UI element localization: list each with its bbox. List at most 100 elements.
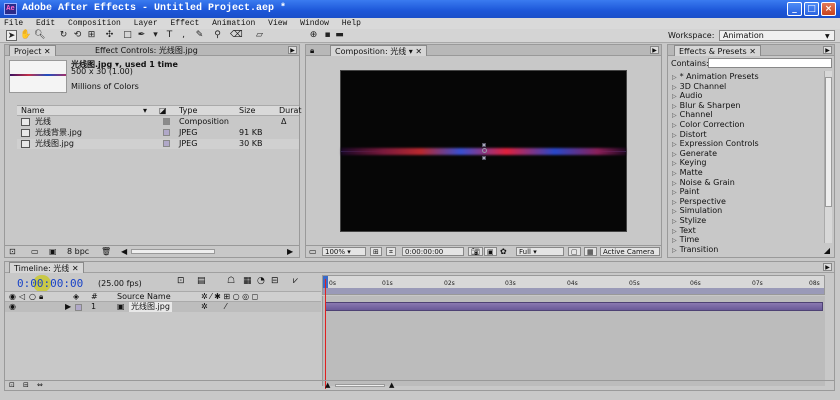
eraser-options-icon[interactable]: ▱ [254, 30, 265, 41]
panel-menu-icon[interactable]: ▶ [650, 46, 659, 54]
tab-effect-controls[interactable]: Effect Controls: 光线图.jpg [91, 45, 202, 56]
close-tab-icon[interactable]: ✕ [749, 47, 756, 56]
menu-effect[interactable]: Effect [166, 18, 203, 29]
effect-category-item[interactable]: ▷ Audio [672, 91, 702, 101]
effect-category-item[interactable]: ▷ Text [672, 226, 696, 236]
resolution-select[interactable]: Full ▾ [516, 247, 564, 256]
menu-window[interactable]: Window [296, 18, 333, 29]
eraser-tool-icon[interactable]: ⌫ [230, 30, 243, 41]
expand-triangle-icon[interactable]: ▷ [672, 237, 677, 244]
effect-category-item[interactable]: ▷ Keying [672, 158, 707, 168]
effect-category-item[interactable]: ▷ Noise & Grain [672, 178, 735, 188]
project-row-selected[interactable]: 光线图.jpg JPEG 30 KB [17, 139, 299, 149]
expand-triangle-icon[interactable]: ▷ [672, 208, 677, 215]
view-axis-icon[interactable]: ▬ [334, 30, 345, 41]
expand-triangle-icon[interactable]: ▷ [672, 103, 677, 110]
brainstorm-icon[interactable]: ⊟ [271, 276, 279, 286]
source-name-column[interactable]: Source Name [117, 292, 171, 302]
effect-category-item[interactable]: ▷ Blur & Sharpen [672, 101, 740, 111]
effect-category-item[interactable]: ▷ Color Correction [672, 120, 744, 130]
timeline-current-time[interactable]: 0:00:00:00 [17, 275, 83, 292]
time-ruler[interactable]: 0s 01s 02s 03s 04s 05s 06s 07s 08s [322, 275, 825, 295]
composition-viewer[interactable] [340, 70, 627, 232]
expand-triangle-icon[interactable]: ▷ [672, 170, 677, 177]
snapshot-icon[interactable]: 📷︎ [468, 247, 483, 256]
zoom-out-icon[interactable]: ▲ [325, 381, 330, 389]
layer-row[interactable]: ◉ ▶ 1 ▣ 光线图.jpg ✲ ⁄ [5, 302, 321, 312]
layer-handle[interactable] [482, 143, 486, 147]
safe-zones-icon[interactable]: ⊞ [370, 247, 382, 256]
effect-category-item[interactable]: ▷ Simulation [672, 206, 722, 216]
scroll-right-icon[interactable]: ▶ [287, 246, 293, 257]
sort-chevron-icon[interactable]: ▾ [143, 106, 147, 116]
label-color-swatch[interactable] [163, 129, 170, 136]
color-channels-icon[interactable]: ✿ [500, 246, 507, 257]
new-composition-icon[interactable]: ▣ [49, 246, 57, 257]
graph-editor-icon[interactable]: ⩗ [293, 276, 298, 286]
tab-timeline[interactable]: Timeline: 光线 ✕ [9, 262, 84, 273]
always-preview-icon[interactable]: ▭ [309, 246, 317, 257]
menu-animation[interactable]: Animation [208, 18, 259, 29]
text-options-icon[interactable]: , [178, 30, 189, 41]
expand-triangle-icon[interactable]: ▷ [672, 74, 677, 81]
frame-blending-icon[interactable]: ▦ [243, 276, 252, 286]
text-tool-icon[interactable]: T [164, 30, 175, 41]
close-tab-icon[interactable]: ✕ [415, 47, 422, 56]
rectangle-mask-tool-icon[interactable]: □ [122, 30, 133, 41]
effect-category-item[interactable]: ▷ Distort [672, 130, 707, 140]
expand-triangle-icon[interactable]: ▷ [672, 247, 677, 254]
expand-triangle-icon[interactable]: ▷ [672, 199, 677, 206]
horizontal-scrollbar[interactable] [131, 249, 215, 254]
lock-icon[interactable]: 🔒︎ [310, 46, 314, 56]
column-name[interactable]: Name [21, 106, 45, 116]
zoom-select[interactable]: 100% ▾ [322, 247, 366, 256]
interpret-footage-icon[interactable]: ⊡ [9, 246, 16, 257]
timeline-zoom-slider[interactable] [335, 384, 385, 387]
mask-view-icon[interactable]: ⌗ [386, 247, 396, 256]
expand-triangle-icon[interactable]: ▷ [672, 122, 677, 129]
expand-triangle-icon[interactable]: ▷ [672, 180, 677, 187]
project-row[interactable]: 光线 Composition Δ [17, 117, 299, 127]
toggle-panes-icon[interactable]: ⇔ [37, 381, 43, 389]
zoom-in-icon[interactable]: ▲ [389, 381, 394, 389]
effect-category-item[interactable]: ▷ Generate [672, 149, 717, 159]
brush-tool-icon[interactable]: ✎ [194, 30, 205, 41]
orbit-camera-tool-icon[interactable]: ⟲ [72, 30, 83, 41]
show-channel-icon[interactable]: ▣ [484, 247, 497, 256]
selection-tool-icon[interactable]: ➤ [6, 30, 17, 41]
menu-layer[interactable]: Layer [130, 18, 162, 29]
world-axis-icon[interactable]: ▪ [322, 30, 333, 41]
expand-triangle-icon[interactable]: ▷ [672, 141, 677, 148]
draft-3d-icon[interactable]: ▤ [197, 276, 206, 286]
work-area-bar[interactable] [323, 288, 824, 294]
minimize-button[interactable]: _ [787, 2, 802, 16]
effect-category-item[interactable]: ▷ Expression Controls [672, 139, 759, 149]
label-color-swatch[interactable] [163, 118, 170, 125]
close-tab-icon[interactable]: ✕ [72, 264, 79, 273]
menu-composition[interactable]: Composition [64, 18, 125, 29]
column-duration[interactable]: Durat [279, 106, 302, 116]
effect-category-item[interactable]: ▷ Paint [672, 187, 699, 197]
eye-toggle-icon[interactable]: ◉ [9, 302, 16, 312]
effect-category-item[interactable]: ▷ Perspective [672, 197, 726, 207]
expand-triangle-icon[interactable]: ▷ [672, 93, 677, 100]
expand-triangle-icon[interactable]: ▷ [672, 151, 677, 158]
effects-search-input[interactable] [708, 58, 832, 68]
anchor-point-icon[interactable] [482, 148, 487, 153]
live-update-icon[interactable]: ⊡ [177, 276, 185, 286]
expand-triangle-icon[interactable]: ▶ [65, 302, 71, 312]
expand-triangle-icon[interactable]: ▷ [672, 228, 677, 235]
expand-triangle-icon[interactable]: ▷ [672, 132, 677, 139]
panel-menu-icon[interactable]: ▶ [288, 46, 297, 54]
region-of-interest-icon[interactable]: ▢ [568, 247, 581, 256]
current-time-display[interactable]: 0:00:00:00 [402, 247, 464, 256]
menu-file[interactable]: File [0, 18, 27, 29]
layer-duration-bar[interactable] [325, 302, 823, 311]
rotate-tool-icon[interactable]: ↻ [58, 30, 69, 41]
workspace-select[interactable]: Animation ▼ [719, 30, 835, 41]
expand-triangle-icon[interactable]: ▷ [672, 84, 677, 91]
scroll-left-icon[interactable]: ◀ [121, 246, 127, 257]
camera-select[interactable]: Active Camera [600, 247, 660, 256]
effects-scrollbar[interactable] [824, 71, 832, 243]
menu-edit[interactable]: Edit [32, 18, 59, 29]
